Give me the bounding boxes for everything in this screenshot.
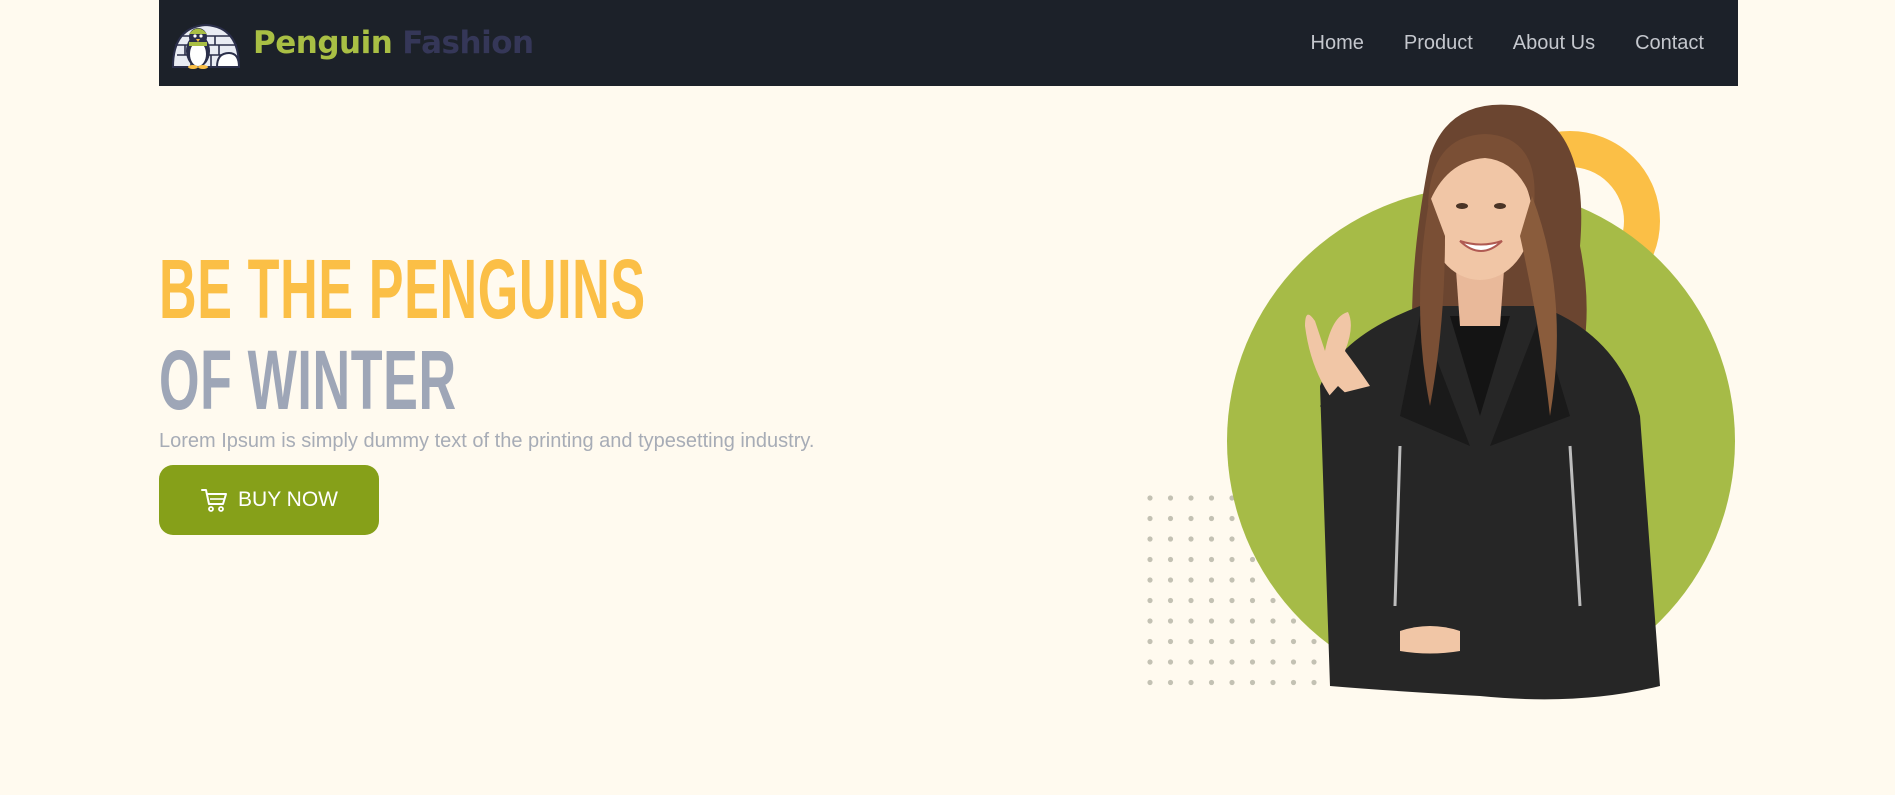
decorative-dot — [1167, 577, 1174, 583]
decorative-dot — [1167, 515, 1174, 522]
decorative-dot — [1167, 556, 1174, 563]
decorative-dot — [1188, 515, 1194, 522]
decorative-dot — [1147, 638, 1153, 645]
decorative-dot — [1270, 618, 1276, 624]
decorative-dot — [1188, 659, 1194, 665]
decorative-dot — [1147, 597, 1153, 604]
decorative-dot — [1290, 618, 1297, 624]
main-nav: Home Product About Us Contact — [1311, 32, 1705, 55]
decorative-dot — [1167, 536, 1174, 542]
decorative-dot — [1188, 556, 1194, 563]
brand[interactable]: Penguin Fashion — [171, 17, 534, 69]
decorative-dot — [1229, 618, 1235, 624]
decorative-dot — [1249, 638, 1256, 645]
hero-title-line-1: BE THE PENGUINS — [159, 242, 646, 336]
decorative-dot — [1249, 618, 1256, 624]
brand-name-part-2: Fashion — [402, 25, 534, 61]
decorative-dot — [1290, 638, 1297, 645]
decorative-dot — [1229, 597, 1235, 604]
decorative-dot — [1249, 597, 1256, 604]
nav-link-about-us[interactable]: About Us — [1513, 32, 1595, 55]
decorative-dot — [1208, 638, 1215, 645]
decorative-dot — [1208, 536, 1215, 542]
decorative-dot — [1208, 659, 1215, 665]
buy-now-label: BUY NOW — [238, 488, 338, 511]
decorative-dot — [1249, 556, 1256, 563]
decorative-dot — [1188, 536, 1194, 542]
decorative-dot — [1270, 638, 1276, 645]
decorative-dot — [1229, 577, 1235, 583]
shopping-cart-icon — [201, 489, 228, 512]
decorative-dot — [1208, 577, 1215, 583]
decorative-dot — [1229, 556, 1235, 563]
model-photo — [1305, 104, 1660, 700]
decorative-dot — [1147, 515, 1153, 522]
decorative-dot — [1270, 597, 1276, 604]
decorative-dot — [1147, 659, 1153, 665]
decorative-dot — [1167, 659, 1174, 665]
decorative-dot — [1188, 618, 1194, 624]
decorative-dot — [1188, 679, 1194, 686]
decorative-dot — [1208, 597, 1215, 604]
decorative-dot — [1147, 536, 1153, 542]
decorative-dot — [1147, 577, 1153, 583]
decorative-dot — [1229, 659, 1235, 665]
hero-title: BE THE PENGUINS OF WINTER — [159, 244, 646, 426]
decorative-dot — [1229, 679, 1235, 686]
decorative-dot — [1229, 515, 1235, 522]
hero-image — [1100, 86, 1760, 726]
decorative-dot — [1188, 638, 1194, 645]
decorative-dot — [1290, 659, 1297, 665]
decorative-dot — [1270, 659, 1276, 665]
hero-subtitle: Lorem Ipsum is simply dummy text of the … — [159, 430, 815, 452]
decorative-dot — [1188, 577, 1194, 583]
decorative-dot — [1188, 597, 1194, 604]
nav-link-contact[interactable]: Contact — [1635, 32, 1704, 55]
hero-illustration — [1147, 104, 1735, 700]
decorative-dot — [1270, 679, 1276, 686]
buy-now-button[interactable]: BUY NOW — [159, 465, 379, 535]
site-header: Penguin Fashion Home Product About Us Co… — [159, 0, 1738, 86]
decorative-dot — [1229, 638, 1235, 645]
decorative-dot — [1311, 679, 1317, 686]
hero-title-line-2: OF WINTER — [159, 333, 457, 427]
decorative-dot — [1311, 659, 1317, 665]
decorative-dot — [1208, 495, 1215, 501]
brand-name: Penguin Fashion — [253, 25, 534, 61]
decorative-dot — [1249, 577, 1256, 583]
decorative-dot — [1208, 618, 1215, 624]
decorative-dot — [1147, 679, 1153, 686]
decorative-dot — [1229, 536, 1235, 542]
decorative-dot — [1311, 638, 1317, 645]
decorative-dot — [1167, 495, 1174, 501]
decorative-dot — [1208, 515, 1215, 522]
decorative-dot — [1167, 679, 1174, 686]
decorative-dot — [1290, 679, 1297, 686]
decorative-dot — [1249, 659, 1256, 665]
decorative-dot — [1147, 618, 1153, 624]
hero-section: BE THE PENGUINS OF WINTER Lorem Ipsum is… — [159, 244, 944, 535]
decorative-dot — [1188, 495, 1194, 501]
decorative-dot — [1167, 618, 1174, 624]
decorative-dot — [1167, 597, 1174, 604]
decorative-dot — [1208, 556, 1215, 563]
decorative-dot — [1208, 679, 1215, 686]
decorative-dot — [1147, 495, 1153, 501]
decorative-dot — [1147, 556, 1153, 563]
brand-name-part-1: Penguin — [253, 25, 393, 61]
penguin-igloo-logo-icon — [171, 23, 241, 69]
nav-link-home[interactable]: Home — [1311, 32, 1364, 55]
decorative-dot — [1249, 679, 1256, 686]
nav-link-product[interactable]: Product — [1404, 32, 1473, 55]
decorative-dot — [1167, 638, 1174, 645]
